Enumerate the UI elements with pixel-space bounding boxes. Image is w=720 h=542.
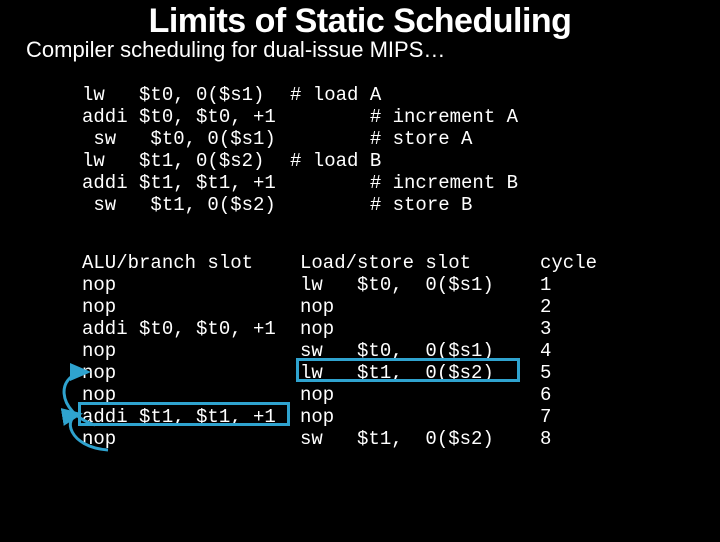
- dependency-arrow-lower: [0, 2, 720, 542]
